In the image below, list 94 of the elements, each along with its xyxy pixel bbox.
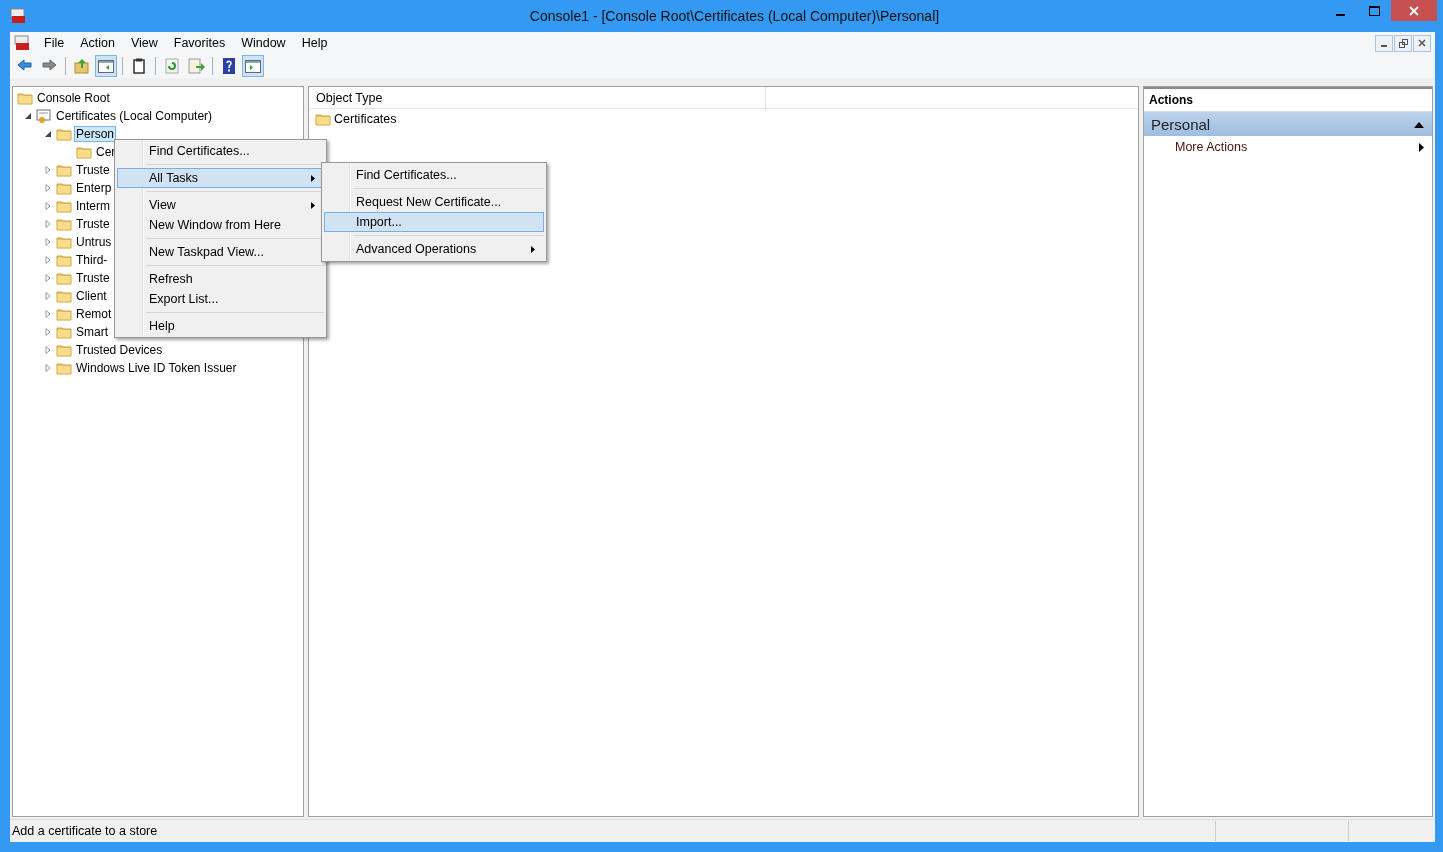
restore-button[interactable] [1394,34,1412,52]
tree-item[interactable]: Person [74,126,117,142]
tree-item[interactable]: Third- [74,252,110,268]
action-link[interactable]: More Actions [1144,136,1432,157]
folder-icon [76,145,92,159]
list-item[interactable]: Certificates [334,112,397,126]
folder-icon [315,112,331,126]
window-title: Console1 - [Console Root\Certificates (Local Computer)\Personal] [528,8,941,24]
menu-item[interactable]: New Taskpad View... [117,242,324,262]
tree-item[interactable]: Truste [74,270,112,286]
folder-icon [56,127,72,141]
collapsed-arrow-icon[interactable] [44,364,52,372]
submenu-arrow-icon [1419,142,1424,152]
clipboard-icon [130,57,148,75]
folder-icon [56,271,72,285]
collapsed-arrow-icon[interactable] [44,274,52,282]
menu-item[interactable]: All Tasks [117,168,324,188]
folder-icon [56,289,72,303]
menu-item[interactable]: Refresh [117,269,324,289]
actions-section-header[interactable]: Personal [1144,112,1432,136]
expanded-arrow-icon[interactable] [44,130,52,138]
menu-item[interactable]: New Window from Here [117,215,324,235]
app-icon[interactable] [14,35,30,51]
collapsed-arrow-icon[interactable] [44,292,52,300]
maximize-icon [1368,6,1380,16]
menu-item[interactable]: Export List... [117,289,324,309]
collapsed-arrow-icon[interactable] [44,238,52,246]
folder-icon [56,163,72,177]
tree-item[interactable]: Trusted Devices [74,342,165,358]
folder-icon [56,199,72,213]
tree-item[interactable]: Smart [74,324,110,340]
menu-item[interactable]: Find Certificates... [117,141,324,161]
folder-icon [56,343,72,357]
folder-icon [56,235,72,249]
menu-item[interactable]: Help [117,316,324,336]
certificate-icon [36,108,52,124]
menu-item[interactable]: Import... [324,212,544,232]
help-icon [220,57,238,75]
folder-icon [56,307,72,321]
collapsed-arrow-icon[interactable] [44,256,52,264]
menu-item[interactable]: View [122,36,166,50]
tree-item[interactable]: Certificates (Local Computer) [54,108,215,124]
menu-item[interactable]: Favorites [165,36,234,50]
tree-item[interactable]: Windows Live ID Token Issuer [74,360,239,376]
menu-item[interactable]: Window [233,36,294,50]
expanded-arrow-icon[interactable] [24,112,32,120]
close-button[interactable] [1413,34,1431,52]
collapsed-arrow-icon[interactable] [44,310,52,318]
tree-item[interactable]: Untrus [74,234,114,250]
tree-item[interactable]: Truste [74,216,112,232]
export-list-button[interactable] [185,55,207,77]
close-icon [1409,5,1419,16]
close-button[interactable] [1391,0,1437,21]
restore-icon [1398,38,1408,48]
menu-item[interactable]: View [117,195,324,215]
folder-up-icon [73,57,91,75]
tree-item[interactable]: Enterp [74,180,114,196]
collapsed-arrow-icon[interactable] [44,184,52,192]
tree-item[interactable]: Truste [74,162,112,178]
folder-icon [56,181,72,195]
status-text: Add a certificate to a store [11,824,159,838]
tree-item[interactable]: Console Root [35,90,112,106]
menu-item[interactable]: Advanced Operations [324,239,544,259]
tree-item[interactable]: Interm [74,198,112,214]
folder-icon [17,91,33,105]
close-icon [1418,39,1426,47]
folder-icon [56,325,72,339]
export-list-icon [187,57,205,75]
show-actions-icon [244,57,262,75]
menu-item[interactable]: Help [293,36,336,50]
collapsed-arrow-icon[interactable] [44,346,52,354]
collapse-arrow-icon [1414,121,1424,128]
menu-item[interactable]: Find Certificates... [324,165,544,185]
folder-icon [56,361,72,375]
tree-item[interactable]: Cer [94,144,118,160]
tree-item[interactable]: Client [74,288,109,304]
collapsed-arrow-icon[interactable] [44,220,52,228]
show-tree-button[interactable] [95,55,117,77]
folder-icon [56,253,72,267]
menu-item[interactable]: File [36,36,73,50]
refresh-icon [163,57,181,75]
show-tree-icon [97,57,115,75]
collapsed-arrow-icon[interactable] [44,166,52,174]
menu-item[interactable]: Action [72,36,123,50]
folder-icon [56,217,72,231]
menu-item[interactable]: Request New Certificate... [324,192,544,212]
column-header[interactable]: Object Type [309,87,766,108]
collapsed-arrow-icon[interactable] [44,202,52,210]
minimize-button[interactable] [1375,34,1393,52]
show-actions-button[interactable] [242,55,264,77]
app-icon[interactable] [10,8,26,24]
collapsed-arrow-icon[interactable] [44,328,52,336]
minimize-icon [1335,13,1345,16]
tree-item[interactable]: Remot [74,306,114,322]
